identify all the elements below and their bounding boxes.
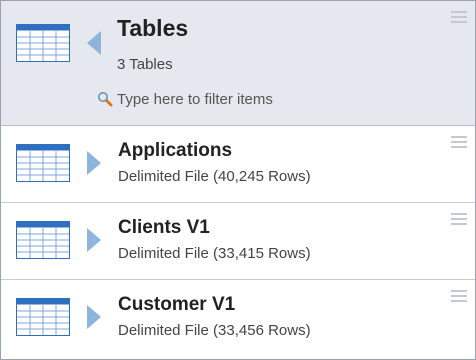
search-icon xyxy=(98,92,113,107)
tables-header: Tables 3 Tables xyxy=(1,1,475,126)
table-name: Clients V1 xyxy=(118,217,210,238)
table-icon xyxy=(16,24,70,62)
table-details: Delimited File (40,245 Rows) xyxy=(118,168,311,185)
table-icon xyxy=(16,221,70,259)
table-name: Applications xyxy=(118,140,233,161)
expand-arrow-icon[interactable] xyxy=(87,151,101,175)
filter-input[interactable] xyxy=(117,88,417,110)
table-count: 3 Tables xyxy=(117,56,173,73)
table-name: Customer V1 xyxy=(118,294,236,315)
list-item[interactable]: Applications Delimited File (40,245 Rows… xyxy=(1,126,475,203)
expand-arrow-icon[interactable] xyxy=(87,305,101,329)
table-icon xyxy=(16,298,70,336)
menu-icon[interactable] xyxy=(451,11,467,25)
collapse-arrow-icon[interactable] xyxy=(87,31,101,55)
menu-icon[interactable] xyxy=(451,213,467,227)
expand-arrow-icon[interactable] xyxy=(87,228,101,252)
menu-icon[interactable] xyxy=(451,290,467,304)
panel-title: Tables xyxy=(117,15,189,41)
menu-icon[interactable] xyxy=(451,136,467,150)
table-details: Delimited File (33,456 Rows) xyxy=(118,322,311,339)
table-icon xyxy=(16,144,70,182)
table-details: Delimited File (33,415 Rows) xyxy=(118,245,311,262)
list-item[interactable]: Clients V1 Delimited File (33,415 Rows) xyxy=(1,203,475,280)
tables-panel: Tables 3 Tables Applications Deli xyxy=(0,0,476,360)
list-item[interactable]: Customer V1 Delimited File (33,456 Rows) xyxy=(1,280,475,359)
